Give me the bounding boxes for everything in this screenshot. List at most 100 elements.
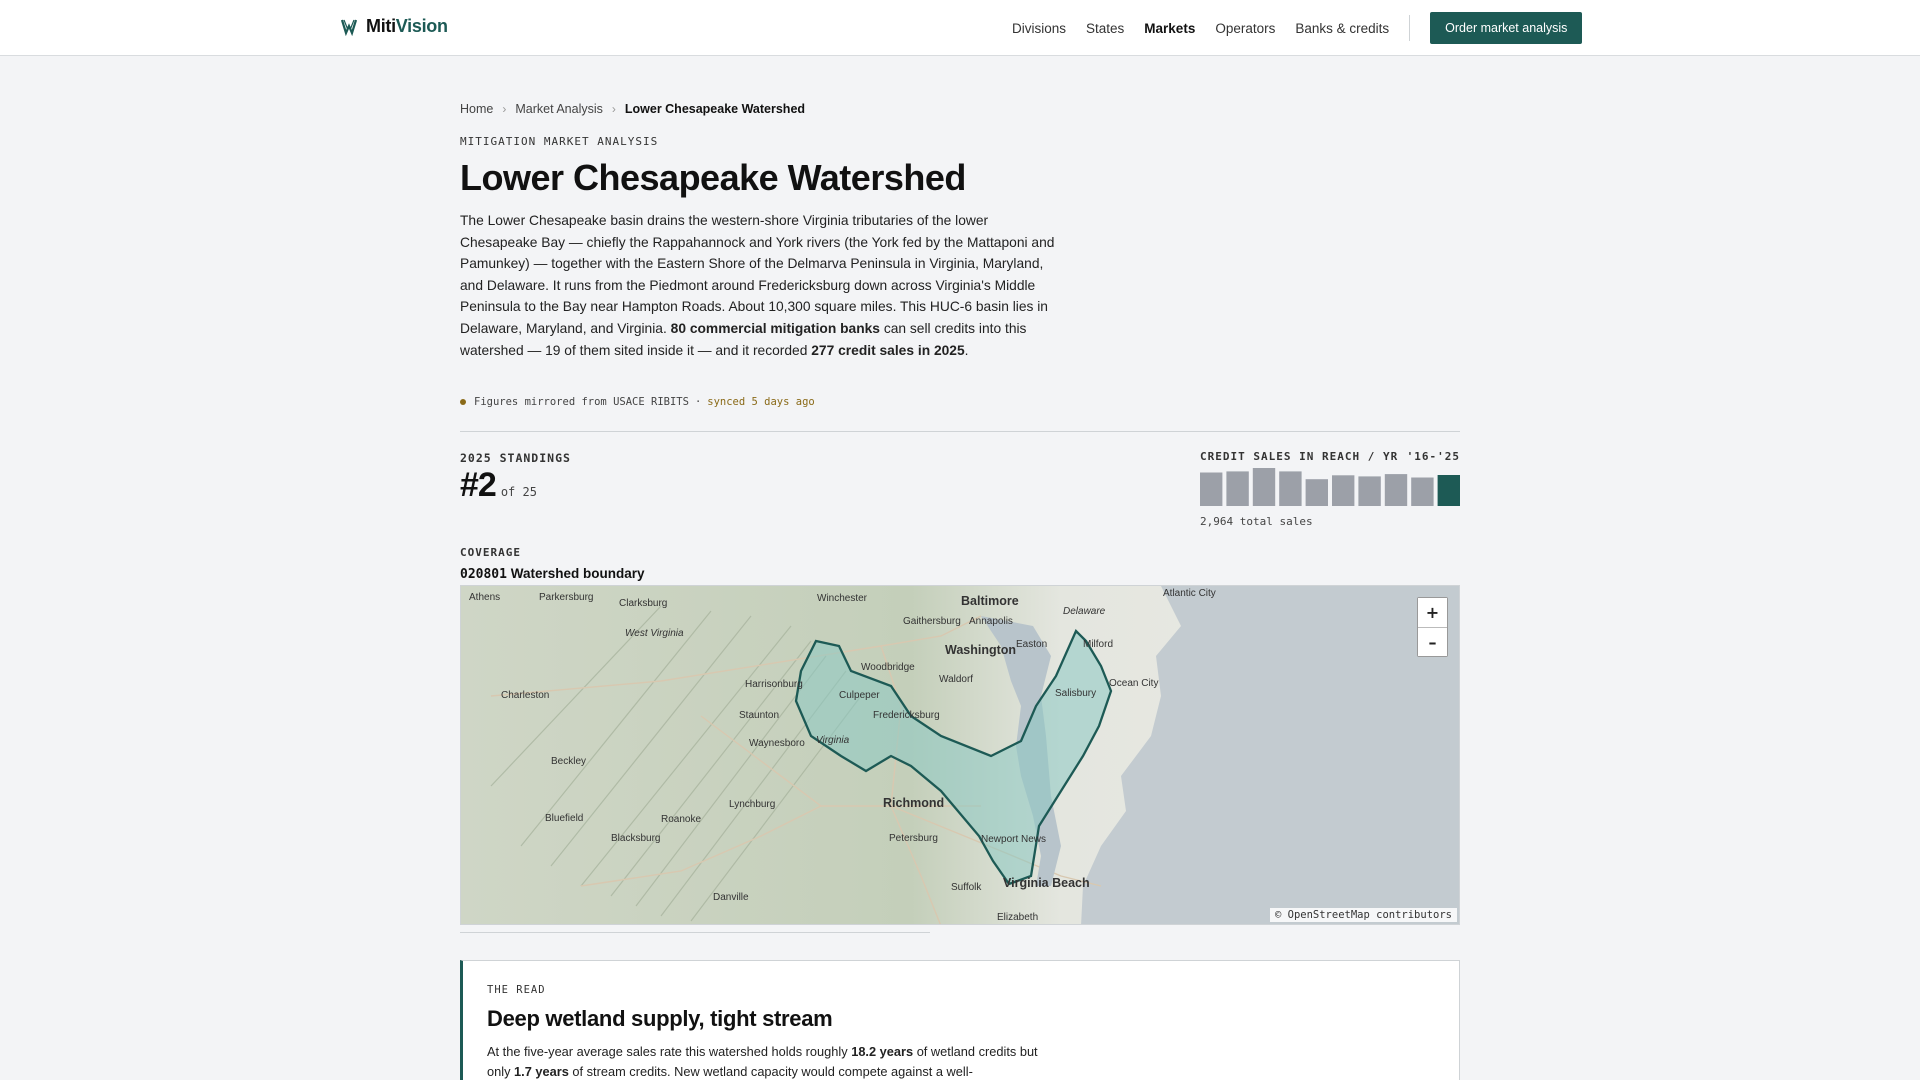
breadcrumb: Home › Market Analysis › Lower Chesapeak… [460, 102, 805, 116]
order-market-analysis-button[interactable]: Order market analysis [1430, 12, 1583, 44]
map-canvas[interactable]: Athens Parkersburg Clarksburg West Virginia… [461, 586, 1460, 925]
map-label-virginia: Virginia [816, 735, 850, 746]
map-label-ocean-city: Ocean City [1109, 678, 1158, 689]
leaf-icon [340, 19, 358, 36]
map-label-waldorf: Waldorf [939, 674, 973, 685]
map-label-woodbridge: Woodbridge [861, 662, 915, 673]
brand-name-b: Vision [395, 16, 448, 36]
map-label-clarksburg: Clarksburg [619, 598, 667, 609]
map-label-easton: Easton [1016, 639, 1047, 650]
read-label: THE READ [487, 984, 546, 996]
map-label-fredericksburg: Fredericksburg [873, 710, 940, 721]
map-label-harrisonburg: Harrisonburg [745, 679, 803, 690]
nav-states[interactable]: States [1086, 21, 1124, 36]
source-separator: · [694, 396, 702, 408]
nav-operators[interactable]: Operators [1215, 21, 1275, 36]
the-read-card: THE READ Deep wetland supply, tight stre… [460, 960, 1460, 1080]
breadcrumb-home[interactable]: Home [460, 102, 493, 116]
divider [460, 932, 930, 933]
map-label-beckley: Beckley [551, 756, 586, 767]
map-label-salisbury: Salisbury [1055, 688, 1096, 699]
map-label-charleston: Charleston [501, 690, 549, 701]
map-label-washington: Washington [945, 643, 1016, 657]
bar-2020 [1305, 479, 1328, 506]
wetland-years: 18.2 years [851, 1044, 914, 1059]
nav-divisions[interactable]: Divisions [1012, 21, 1066, 36]
main-nav: Divisions States Markets Operators Banks… [1012, 0, 1583, 56]
map-label-virginia-beach: Virginia Beach [1003, 876, 1090, 890]
map-label-annapolis: Annapolis [969, 616, 1013, 627]
nav-divider [1409, 15, 1411, 41]
chevron-right-icon: › [502, 102, 507, 116]
rank-number: #2 [460, 466, 497, 504]
standings-rank: #2 of 25 [460, 466, 537, 505]
source-text: Figures mirrored from USACE RIBITS [474, 396, 689, 408]
bar-2017 [1226, 471, 1249, 506]
brand-name-a: Miti [366, 16, 396, 36]
nav-banks-credits[interactable]: Banks & credits [1295, 21, 1389, 36]
map-label-athens: Athens [469, 592, 500, 603]
map-label-suffolk: Suffolk [951, 882, 982, 893]
bar-2024 [1411, 477, 1434, 506]
credit-sales-bar-chart [1200, 468, 1460, 506]
zoom-out-button[interactable]: – [1418, 627, 1447, 656]
read-body: At the five-year average sales rate this… [487, 1042, 1047, 1080]
map-label-lynchburg: Lynchburg [729, 799, 775, 810]
map-label-winchester: Winchester [817, 593, 868, 604]
map-label-petersburg: Petersburg [889, 833, 938, 844]
map-label-blacksburg: Blacksburg [611, 833, 660, 844]
map-label-milford: Milford [1083, 639, 1113, 650]
map-label-west-virginia: West Virginia [625, 628, 684, 639]
desc-banks-count: 80 commercial mitigation banks [670, 320, 880, 336]
map-label-delaware: Delaware [1063, 606, 1106, 617]
map-label-culpeper: Culpeper [839, 690, 880, 701]
map-label-bluefield: Bluefield [545, 813, 583, 824]
brand-logo[interactable]: MitiVision [340, 16, 448, 37]
source-note: Figures mirrored from USACE RIBITS · syn… [460, 396, 815, 408]
read-body-3: of stream credits. New wetland capacity … [572, 1064, 973, 1079]
read-title: Deep wetland supply, tight stream [487, 1006, 833, 1031]
bar-2018 [1252, 468, 1276, 506]
coverage-boundary-name: 020801 Watershed boundary [460, 566, 645, 582]
chart-total-sales: 2,964 total sales [1200, 515, 1313, 528]
map-attribution[interactable]: © OpenStreetMap contributors [1269, 908, 1457, 922]
map-label-gaithersburg: Gaithersburg [903, 616, 961, 627]
map-label-waynesboro: Waynesboro [749, 738, 805, 749]
zoom-in-button[interactable]: + [1418, 598, 1447, 627]
coverage-name: Watershed boundary [510, 566, 645, 581]
nav-markets[interactable]: Markets [1144, 21, 1195, 36]
page-description: The Lower Chesapeake basin drains the we… [460, 210, 1060, 361]
map-label-staunton: Staunton [739, 710, 779, 721]
watershed-map[interactable]: Athens Parkersburg Clarksburg West Virginia… [460, 585, 1460, 925]
rank-of: of 25 [500, 485, 537, 499]
status-dot-icon [460, 399, 466, 405]
chart-range: '16-'25 [1406, 450, 1460, 463]
chevron-right-icon: › [611, 102, 616, 116]
coverage-code: 020801 [460, 567, 507, 582]
read-body-1: At the five-year average sales rate this… [487, 1044, 848, 1059]
map-label-richmond: Richmond [883, 796, 944, 810]
bar-2023 [1384, 474, 1408, 506]
breadcrumb-market-analysis[interactable]: Market Analysis [515, 102, 603, 116]
map-label-elizabeth: Elizabeth [997, 912, 1038, 923]
desc-sales-count: 277 credit sales in 2025 [811, 342, 965, 358]
standings-label: 2025 STANDINGS [460, 451, 571, 465]
map-label-roanoke: Roanoke [661, 814, 701, 825]
desc-end: . [964, 342, 969, 358]
desc-part-1: The Lower Chesapeake basin drains the we… [460, 213, 1055, 336]
bar-2025 [1437, 475, 1460, 506]
stream-years: 1.7 years [514, 1064, 569, 1079]
page-title: Lower Chesapeake Watershed [460, 157, 966, 198]
top-navbar: MitiVision Divisions States Markets Oper… [0, 0, 1920, 56]
coverage-label: COVERAGE [460, 546, 521, 559]
bar-2022 [1358, 476, 1381, 506]
map-label-parkersburg: Parkersburg [539, 592, 593, 603]
chart-title: CREDIT SALES IN REACH / YR [1200, 450, 1399, 463]
page-eyebrow: MITIGATION MARKET ANALYSIS [460, 135, 659, 148]
map-zoom-controls: + – [1417, 597, 1448, 657]
brand-name: MitiVision [366, 16, 448, 37]
map-label-newport-news: Newport News [981, 834, 1046, 845]
divider [460, 431, 1460, 432]
sync-status: synced 5 days ago [707, 396, 815, 408]
bar-2019 [1279, 471, 1302, 506]
